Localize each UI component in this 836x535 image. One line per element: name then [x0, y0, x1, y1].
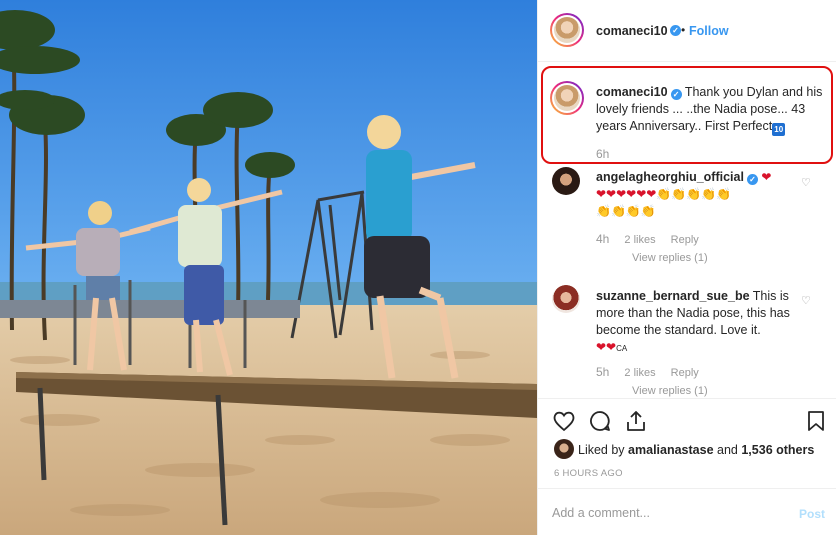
comment-item: angelagheorghiu_official ✓ ❤ ❤❤❤❤❤❤👏👏👏👏👏 … — [538, 167, 836, 267]
clap-emoji-row: 👏👏👏👏👏 — [656, 187, 732, 201]
comment-meta: 5h 2 likes Reply — [596, 365, 711, 379]
commenter-avatar[interactable] — [552, 167, 580, 195]
comment-likes[interactable]: 2 likes — [624, 367, 655, 379]
view-replies-link[interactable]: View replies (1) — [632, 252, 708, 264]
post-comment-button[interactable]: Post — [799, 507, 825, 521]
liked-by-prefix: Liked by — [578, 443, 625, 457]
comment-item: suzanne_bernard_sue_be This is more than… — [538, 285, 836, 400]
verified-badge-icon: ✓ — [670, 25, 681, 36]
like-heart-icon[interactable] — [552, 409, 576, 433]
comment-time[interactable]: 4h — [596, 232, 609, 246]
comment-username[interactable]: suzanne_bernard_sue_be — [596, 289, 750, 303]
reply-button[interactable]: Reply — [671, 367, 699, 379]
reply-button[interactable]: Reply — [671, 234, 699, 246]
comment-bubble-icon[interactable] — [588, 409, 612, 433]
caption-author-avatar[interactable] — [550, 81, 584, 115]
post-caption: comaneci10 ✓ Thank you Dylan and his love… — [538, 62, 836, 172]
post-header: comaneci10 ✓ • Follow — [538, 0, 836, 62]
caption-text-block: comaneci10 ✓ Thank you Dylan and his love… — [596, 84, 828, 136]
keycap-ten-emoji-icon: 10 — [772, 123, 786, 136]
heart-emoji-icon: ❤ — [761, 170, 772, 184]
liked-by-conj: and — [717, 443, 738, 457]
commenter-avatar[interactable] — [552, 285, 580, 313]
comment-likes[interactable]: 2 likes — [624, 234, 655, 246]
like-comment-heart-icon[interactable]: ♡ — [801, 294, 811, 307]
liked-by-summary[interactable]: Liked by amalianastase and 1,536 others — [578, 443, 814, 457]
liked-by-username[interactable]: amalianastase — [628, 443, 713, 457]
add-comment-bar: Add a comment... Post — [538, 488, 836, 535]
view-replies-link[interactable]: View replies (1) — [632, 385, 708, 397]
header-separator: • — [681, 23, 686, 37]
comment-text-block: suzanne_bernard_sue_be This is more than… — [596, 288, 796, 357]
author-username[interactable]: comaneci10 — [596, 24, 668, 38]
liker-avatar[interactable] — [554, 439, 574, 459]
caption-time[interactable]: 6h — [596, 147, 609, 161]
author-avatar[interactable] — [550, 13, 584, 47]
liked-by-others[interactable]: 1,536 others — [741, 443, 814, 457]
comment-username[interactable]: angelagheorghiu_official — [596, 170, 744, 184]
verified-badge-icon: ✓ — [746, 174, 758, 185]
emoji-suffix: CA — [616, 344, 628, 353]
comment-text-block: angelagheorghiu_official ✓ ❤ ❤❤❤❤❤❤👏👏👏👏👏 … — [596, 169, 796, 220]
post-side-panel: comaneci10 ✓ • Follow comaneci10 ✓ Thank … — [537, 0, 836, 535]
post-photo[interactable] — [0, 0, 537, 535]
caption-username[interactable]: comaneci10 — [596, 85, 668, 99]
post-actions-bar: Liked by amalianastase and 1,536 others … — [538, 398, 836, 488]
comment-meta: 4h 2 likes Reply — [596, 232, 711, 246]
beach-photo-illustration — [0, 0, 537, 535]
like-comment-heart-icon[interactable]: ♡ — [801, 176, 811, 189]
clap-emoji-row: 👏👏👏👏 — [596, 204, 656, 218]
verified-badge-icon: ✓ — [670, 89, 682, 100]
comment-time[interactable]: 5h — [596, 365, 609, 379]
add-comment-input[interactable]: Add a comment... — [552, 506, 650, 520]
follow-button[interactable]: Follow — [689, 24, 729, 38]
post-timestamp[interactable]: 6 HOURS AGO — [554, 468, 623, 479]
share-icon[interactable] — [624, 409, 648, 433]
heart-emoji-row: ❤❤❤❤❤❤ — [596, 187, 657, 201]
bookmark-save-icon[interactable] — [804, 409, 828, 433]
heart-emoji-row: ❤❤ — [596, 340, 617, 354]
